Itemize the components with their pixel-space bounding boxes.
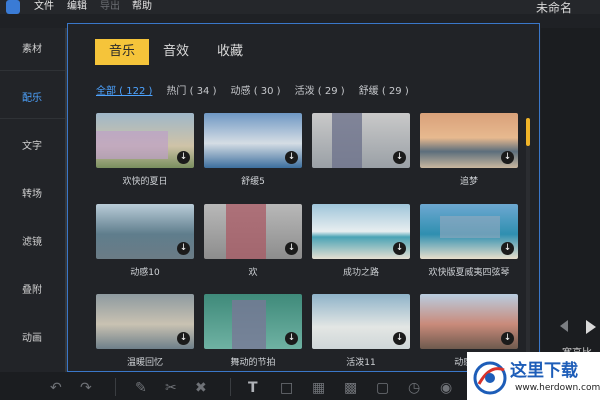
- tab-sound-effects[interactable]: 音效: [149, 39, 203, 65]
- music-card[interactable]: ↓: [312, 294, 410, 349]
- download-icon[interactable]: ↓: [177, 151, 190, 164]
- music-card[interactable]: ↓: [420, 294, 518, 349]
- watermark-url: www.herdown.com: [515, 383, 600, 393]
- redo-icon[interactable]: ↷: [80, 380, 92, 396]
- window-title: 未命名: [535, 1, 572, 15]
- download-icon[interactable]: ↓: [393, 242, 406, 255]
- music-card[interactable]: ↓: [420, 204, 518, 259]
- sidebar-item-overlay[interactable]: 叠附: [0, 265, 68, 312]
- filter-hot[interactable]: 热门 ( 34 ): [166, 82, 216, 97]
- music-card[interactable]: ↓: [204, 204, 302, 259]
- text-tool-icon[interactable]: T: [248, 380, 258, 396]
- music-card[interactable]: ↓: [204, 113, 302, 168]
- music-card-label: 追梦: [459, 177, 478, 187]
- menu-export[interactable]: 导出: [100, 0, 120, 13]
- menu-help[interactable]: 帮助: [132, 0, 152, 13]
- music-card[interactable]: ↓: [96, 294, 194, 349]
- music-card-label: 温暖回忆: [126, 358, 163, 368]
- music-library-panel: 音乐 音效 收藏 全部 ( 122 ) 热门 ( 34 ) 动感 ( 30 ) …: [67, 23, 540, 372]
- filter-all[interactable]: 全部 ( 122 ): [96, 82, 152, 97]
- app-logo-icon: [6, 0, 20, 14]
- sidebar-item-filter[interactable]: 滤镜: [0, 217, 68, 264]
- watermark-logo-icon: [473, 361, 507, 395]
- trash-icon[interactable]: ✖: [195, 380, 207, 396]
- music-card[interactable]: ↓: [204, 294, 302, 349]
- crop-icon[interactable]: □: [280, 380, 293, 396]
- microphone-icon[interactable]: ◉: [440, 380, 452, 396]
- clock-icon[interactable]: ◷: [408, 380, 420, 396]
- music-card[interactable]: ↓: [312, 113, 410, 168]
- download-icon[interactable]: ↓: [177, 332, 190, 345]
- pixelated-region: [232, 300, 266, 349]
- download-icon[interactable]: ↓: [285, 151, 298, 164]
- music-card-label: 成功之路: [342, 268, 379, 278]
- download-icon[interactable]: ↓: [501, 332, 514, 345]
- sidebar-item-animation[interactable]: 动画: [0, 313, 68, 360]
- menu-file[interactable]: 文件: [34, 0, 54, 13]
- tab-favorites[interactable]: 收藏: [203, 39, 257, 65]
- menu-edit[interactable]: 编辑: [67, 0, 87, 13]
- sidebar-item-material[interactable]: 素材: [0, 24, 68, 71]
- music-card[interactable]: ↓: [420, 113, 518, 168]
- filter-lively[interactable]: 活泼 ( 29 ): [295, 82, 345, 97]
- toolbar-divider: [115, 378, 116, 396]
- scissors-icon[interactable]: ✂: [165, 380, 177, 396]
- filter-bar: 全部 ( 122 ) 热门 ( 34 ) 动感 ( 30 ) 活泼 ( 29 )…: [96, 82, 409, 97]
- sidebar-item-transition[interactable]: 转场: [0, 169, 68, 216]
- music-card-label: 活泼11: [346, 358, 376, 368]
- music-card[interactable]: ↓: [96, 113, 194, 168]
- tab-bar: 音乐 音效 收藏: [95, 39, 257, 65]
- watermark-text: 这里下载: [510, 361, 578, 381]
- sidebar-edge: [65, 28, 67, 372]
- music-card-label: 欢快版夏威夷四弦琴: [428, 268, 510, 278]
- download-icon[interactable]: ↓: [393, 332, 406, 345]
- tab-music[interactable]: 音乐: [95, 39, 150, 65]
- play-icon[interactable]: [586, 320, 596, 334]
- pixelated-region: [440, 216, 500, 238]
- filter-soothing[interactable]: 舒缓 ( 29 ): [359, 82, 409, 97]
- music-card[interactable]: ↓: [96, 204, 194, 259]
- pencil-icon[interactable]: ✎: [135, 380, 147, 396]
- undo-icon[interactable]: ↶: [50, 380, 62, 396]
- music-card-label: 欢: [248, 268, 258, 278]
- download-icon[interactable]: ↓: [177, 242, 190, 255]
- pixelated-region: [226, 204, 266, 259]
- music-card-label: 欢快的夏日: [122, 177, 168, 187]
- scrollbar-thumb[interactable]: [526, 118, 530, 146]
- sidebar-item-text[interactable]: 文字: [0, 121, 68, 168]
- select-region-icon[interactable]: ▦: [312, 380, 325, 396]
- pixelated-region: [332, 113, 362, 168]
- mosaic-icon[interactable]: ▩: [344, 380, 357, 396]
- frame-icon[interactable]: ▢: [376, 380, 389, 396]
- music-card-label: 动感10: [130, 268, 160, 278]
- filter-dynamic[interactable]: 动感 ( 30 ): [231, 82, 281, 97]
- music-card[interactable]: ↓: [312, 204, 410, 259]
- download-icon[interactable]: ↓: [501, 151, 514, 164]
- previous-frame-icon[interactable]: [560, 320, 568, 332]
- download-icon[interactable]: ↓: [285, 332, 298, 345]
- sidebar-item-music[interactable]: 配乐: [0, 73, 68, 120]
- menu-bar: [0, 0, 600, 14]
- scrollbar-track[interactable]: [526, 118, 530, 366]
- music-card-label: 舞动的节拍: [230, 358, 276, 368]
- toolbar-divider: [230, 378, 231, 396]
- pixelated-region: [96, 131, 168, 159]
- download-icon[interactable]: ↓: [393, 151, 406, 164]
- music-card-label: 舒缓5: [241, 177, 265, 187]
- download-icon[interactable]: ↓: [501, 242, 514, 255]
- sidebar-divider: [0, 118, 68, 119]
- download-icon[interactable]: ↓: [285, 242, 298, 255]
- sidebar-divider: [0, 70, 68, 71]
